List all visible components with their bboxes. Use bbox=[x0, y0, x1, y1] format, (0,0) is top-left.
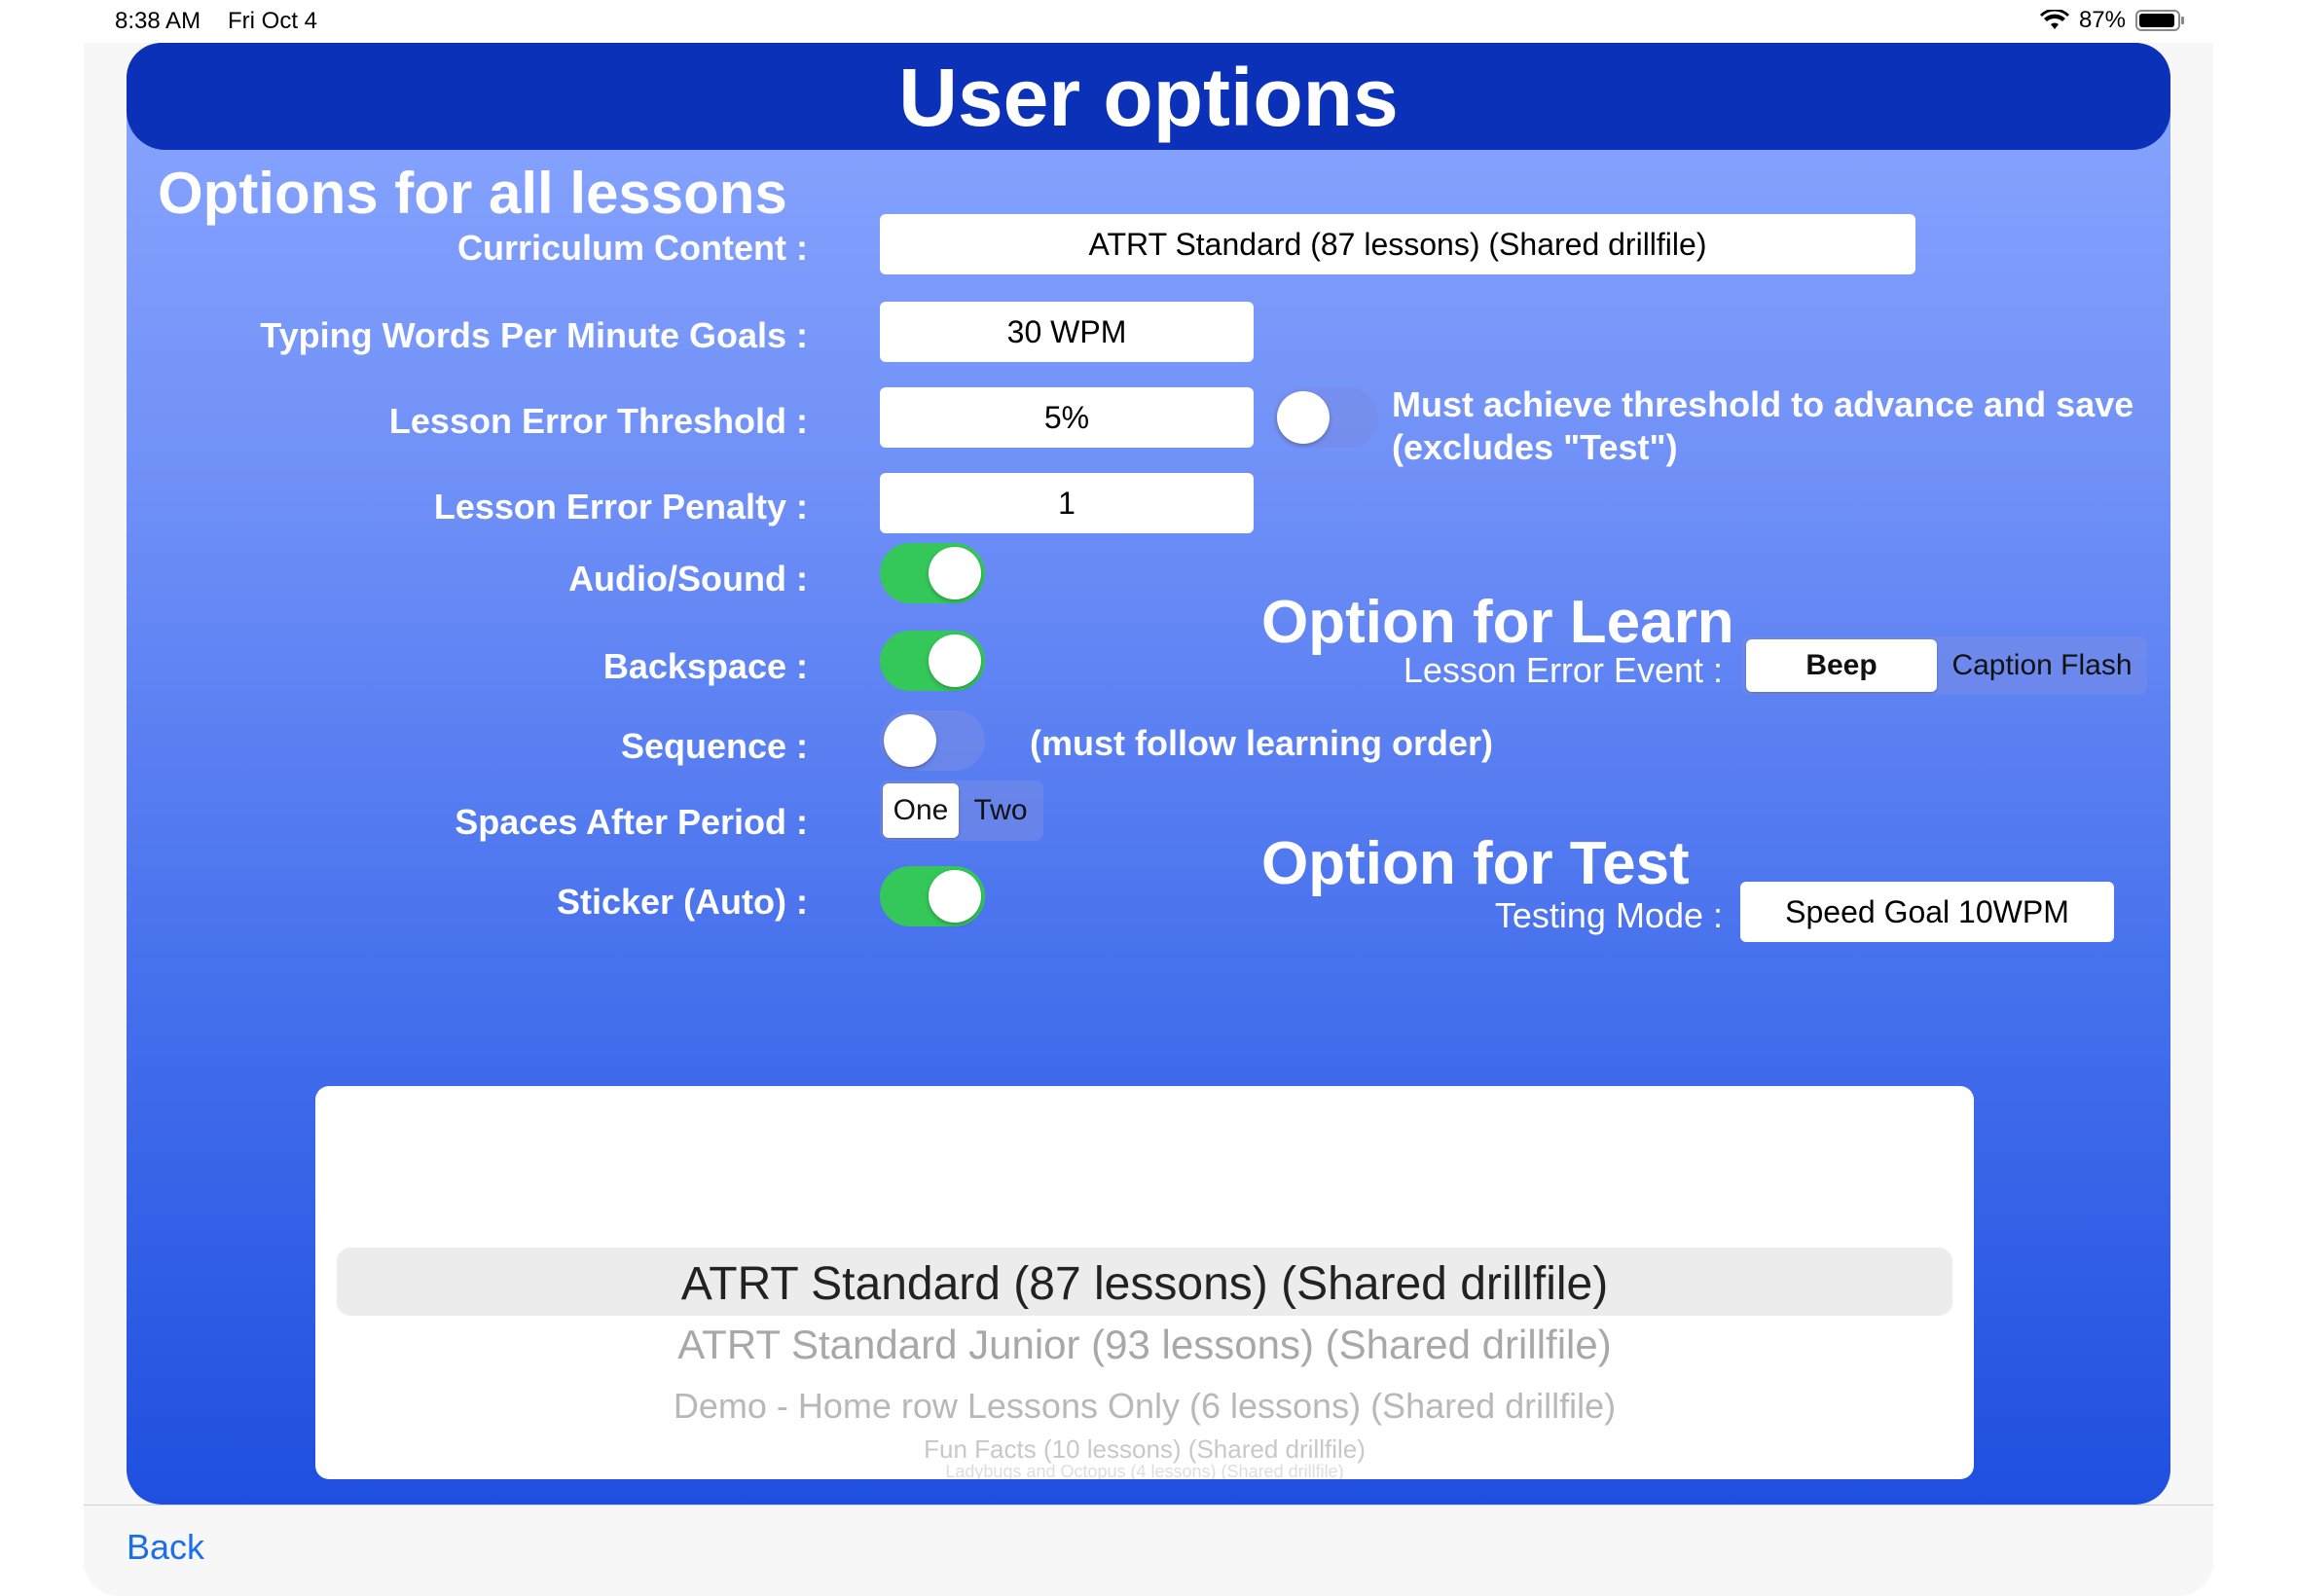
options-panel: User options Options for all lessons Cur… bbox=[127, 43, 2170, 1505]
backspace-label: Backspace : bbox=[602, 646, 808, 686]
audio-toggle[interactable] bbox=[880, 543, 985, 603]
backspace-toggle[interactable] bbox=[880, 631, 985, 691]
spaces-label: Spaces After Period : bbox=[455, 802, 808, 842]
status-bar: 8:38 AM Fri Oct 4 87% bbox=[84, 0, 2213, 43]
section-title-test: Option for Test bbox=[1261, 830, 1690, 897]
threshold-note-2: (excludes "Test") bbox=[1392, 427, 1678, 467]
penalty-field[interactable]: 1 bbox=[880, 473, 1254, 533]
ipad-screen: 8:38 AM Fri Oct 4 87% User options Optio… bbox=[84, 0, 2213, 1596]
picker-item[interactable]: Ladybugs and Octopus (4 lessons) (Shared… bbox=[315, 1462, 1974, 1479]
testing-mode-field[interactable]: Speed Goal 10WPM bbox=[1740, 882, 2114, 942]
status-date: Fri Oct 4 bbox=[228, 8, 318, 34]
battery-percent: 87% bbox=[2078, 7, 2126, 33]
wpm-field[interactable]: 30 WPM bbox=[880, 302, 1254, 362]
sequence-label: Sequence : bbox=[620, 726, 808, 766]
spaces-option-one[interactable]: One bbox=[883, 783, 959, 838]
threshold-field[interactable]: 5% bbox=[880, 387, 1254, 448]
audio-label: Audio/Sound : bbox=[568, 559, 808, 598]
toggle-knob bbox=[929, 870, 981, 923]
picker-item[interactable]: ATRT Standard Junior (93 lessons) (Share… bbox=[315, 1322, 1974, 1368]
header-bar: User options bbox=[127, 43, 2170, 150]
threshold-toggle[interactable] bbox=[1273, 387, 1378, 448]
sticker-label: Sticker (Auto) : bbox=[556, 882, 808, 922]
battery-icon bbox=[2135, 10, 2184, 31]
page-title: User options bbox=[898, 52, 1399, 143]
threshold-note-1: Must achieve threshold to advance and sa… bbox=[1392, 384, 2134, 424]
error-event-label: Lesson Error Event : bbox=[1403, 650, 1723, 690]
sequence-note: (must follow learning order) bbox=[1030, 723, 1494, 763]
bottom-bar: Back bbox=[84, 1505, 2213, 1596]
penalty-label: Lesson Error Penalty : bbox=[433, 487, 808, 526]
testing-mode-label: Testing Mode : bbox=[1494, 895, 1723, 935]
threshold-label: Lesson Error Threshold : bbox=[388, 401, 808, 441]
picker-item[interactable]: Fun Facts (10 lessons) (Shared drillfile… bbox=[315, 1434, 1974, 1465]
error-event-caption-flash[interactable]: Caption Flash bbox=[1941, 639, 2143, 692]
picker-item[interactable]: Demo - Home row Lessons Only (6 lessons)… bbox=[315, 1386, 1974, 1427]
toggle-knob bbox=[929, 635, 981, 687]
curriculum-label: Curriculum Content : bbox=[457, 228, 808, 268]
section-title-learn: Option for Learn bbox=[1261, 589, 1734, 656]
sticker-toggle[interactable] bbox=[880, 866, 985, 926]
toggle-knob bbox=[884, 714, 936, 767]
error-event-segmented-control: Beep Caption Flash bbox=[1742, 636, 2147, 695]
error-event-beep[interactable]: Beep bbox=[1746, 639, 1937, 692]
section-title-all-lessons: Options for all lessons bbox=[158, 161, 787, 226]
spaces-option-two[interactable]: Two bbox=[962, 783, 1039, 838]
spaces-segmented-control: One Two bbox=[880, 780, 1043, 841]
curriculum-field[interactable]: ATRT Standard (87 lessons) (Shared drill… bbox=[880, 214, 1915, 274]
toggle-knob bbox=[1277, 391, 1330, 444]
status-right: 87% bbox=[2039, 6, 2186, 35]
sequence-toggle[interactable] bbox=[880, 710, 985, 771]
wpm-label: Typing Words Per Minute Goals : bbox=[260, 315, 808, 355]
toggle-knob bbox=[929, 547, 981, 599]
status-time: 8:38 AM bbox=[115, 8, 201, 34]
wifi-icon bbox=[2039, 10, 2069, 29]
back-button[interactable]: Back bbox=[127, 1527, 204, 1568]
curriculum-picker[interactable]: ATRT Standard (87 lessons) (Shared drill… bbox=[315, 1086, 1974, 1479]
picker-item[interactable]: ATRT Standard (87 lessons) (Shared drill… bbox=[315, 1257, 1974, 1311]
